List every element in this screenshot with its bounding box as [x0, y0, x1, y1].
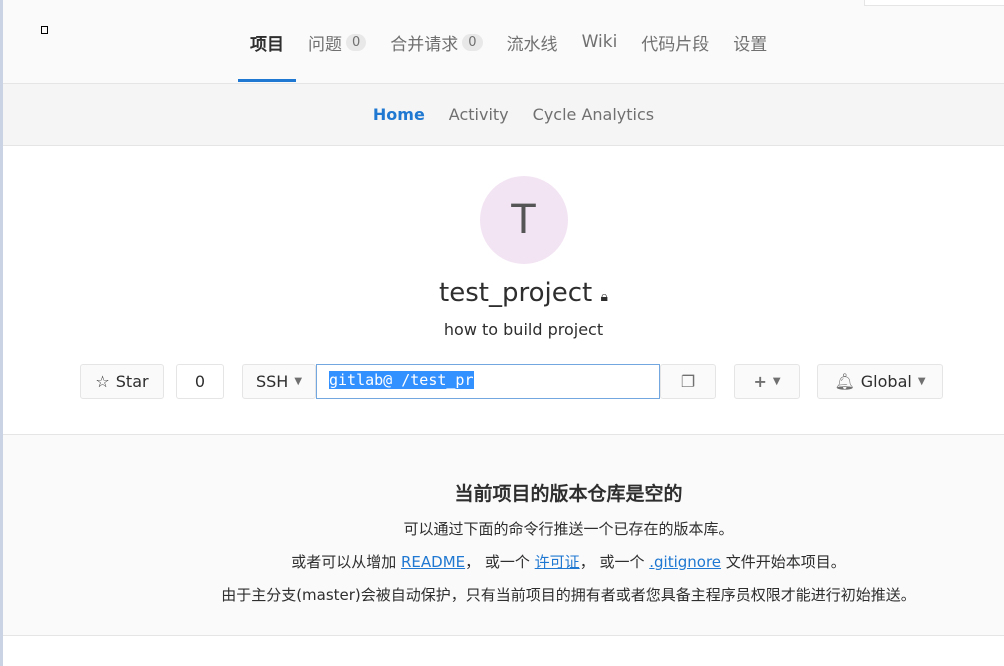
tab-label: 项目 [250, 34, 284, 55]
bell-icon: 🔔︎ [834, 372, 855, 391]
text: 文件开始本项目。 [721, 553, 846, 571]
empty-repo-line1: 可以通过下面的命令行推送一个已存在的版本库。 [403, 520, 734, 538]
empty-repo-title: 当前项目的版本仓库是空的 [454, 483, 683, 505]
gitignore-link[interactable]: .gitignore [649, 553, 721, 571]
caret-down-icon: ▼ [294, 376, 303, 387]
project-name: test_project [439, 278, 593, 308]
top-nav-bar: 项目 问题 0 合并请求 0 流水线 Wiki 代码片段 设置 [3, 0, 1004, 84]
subnav-activity[interactable]: Activity [449, 105, 509, 124]
mr-count-badge: 0 [462, 33, 483, 51]
caret-down-icon: ▼ [772, 376, 781, 387]
empty-repo-line2: 或者可以从增加 README， 或一个 许可证， 或一个 .gitignore … [133, 551, 1004, 572]
protocol-dropdown[interactable]: SSH ▼ [242, 364, 316, 399]
tab-pipelines[interactable]: 流水线 [495, 0, 570, 84]
project-controls: ☆ Star 0 SSH ▼ gitlab@ /test_pr ❐ + ▼ 🔔︎ Glo… [80, 364, 980, 399]
tab-issues[interactable]: 问题 0 [296, 0, 378, 84]
tab-label: 代码片段 [641, 34, 710, 55]
sub-nav: Home Activity Cycle Analytics [3, 84, 1004, 146]
star-icon: ☆ [95, 372, 110, 391]
plus-icon: + [753, 372, 767, 391]
clone-url-input[interactable]: gitlab@ /test_pr [316, 364, 660, 399]
star-button[interactable]: ☆ Star [80, 364, 164, 399]
notification-label: Global [860, 372, 912, 391]
tab-label: Wiki [581, 32, 618, 52]
text: ， 或一个 [579, 553, 650, 571]
subnav-home[interactable]: Home [373, 105, 425, 124]
subnav-cycle-analytics[interactable]: Cycle Analytics [533, 105, 654, 124]
star-label: Star [115, 372, 149, 391]
tab-label: 合并请求 [390, 34, 459, 55]
placeholder-icon [41, 26, 48, 34]
readme-link[interactable]: README [401, 553, 465, 571]
issues-count-badge: 0 [346, 33, 367, 51]
text: 或者可以从增加 [291, 553, 401, 571]
copy-url-button[interactable]: ❐ [660, 364, 716, 399]
tab-wiki[interactable]: Wiki [570, 0, 630, 84]
project-title: test_project 🔒︎ [3, 278, 1004, 308]
add-dropdown-button[interactable]: + ▼ [734, 364, 800, 399]
tab-merge-requests[interactable]: 合并请求 0 [378, 0, 494, 84]
tab-label: 设置 [733, 34, 768, 55]
tab-label: 流水线 [506, 34, 558, 55]
clone-url-text: gitlab@ /test_pr [329, 371, 474, 389]
caret-down-icon: ▼ [917, 376, 926, 387]
tab-project[interactable]: 项目 [238, 0, 296, 84]
protocol-label: SSH [255, 372, 289, 391]
project-nav: 项目 问题 0 合并请求 0 流水线 Wiki 代码片段 设置 [238, 0, 779, 84]
text: ， 或一个 [465, 553, 535, 571]
corner-box [864, 0, 1004, 6]
clipboard-icon: ❐ [680, 372, 696, 391]
empty-repo-line3: 由于主分支(master)会被自动保护，只有当前项目的拥有者或者您具备主程序员权… [221, 586, 916, 604]
license-link[interactable]: 许可证 [535, 553, 580, 571]
empty-repo-panel: 当前项目的版本仓库是空的 可以通过下面的命令行推送一个已存在的版本库。 或者可以… [3, 434, 1004, 636]
project-description: how to build project [443, 320, 604, 339]
notification-dropdown[interactable]: 🔔︎ Global ▼ [817, 364, 943, 399]
tab-label: 问题 [308, 34, 342, 55]
project-avatar: T [479, 176, 568, 264]
tab-settings[interactable]: 设置 [721, 0, 779, 84]
lock-icon: 🔒︎ [600, 289, 608, 305]
tab-snippets[interactable]: 代码片段 [629, 0, 721, 84]
star-count[interactable]: 0 [176, 364, 224, 399]
